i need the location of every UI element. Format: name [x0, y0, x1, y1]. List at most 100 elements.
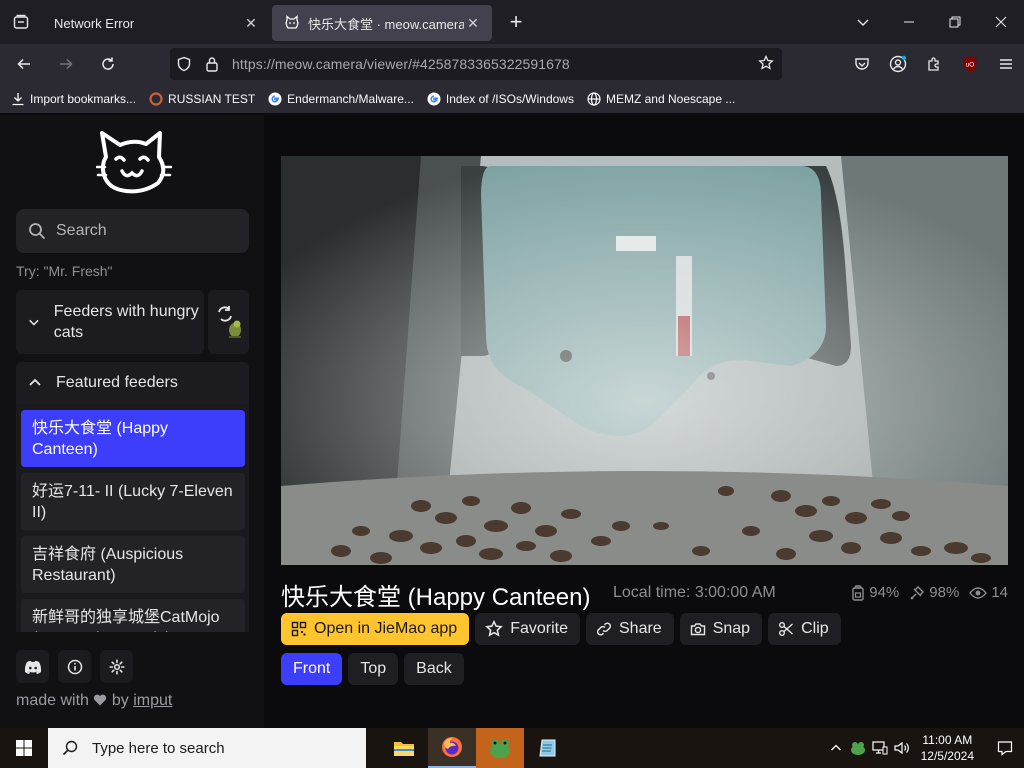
ublock-icon: uO: [963, 56, 977, 72]
feeder-item[interactable]: 好运7-11- II (Lucky 7-Eleven II): [21, 473, 245, 530]
satellite-icon: [910, 585, 925, 599]
close-tab-icon[interactable]: ✕: [464, 15, 482, 32]
cat-favicon-icon: [284, 15, 300, 31]
camera-icon: [690, 623, 705, 636]
list-all-tabs-button[interactable]: [840, 0, 886, 44]
windows-taskbar: Type here to search 11:00 AM 12/5/2024: [0, 728, 1024, 768]
extensions-button[interactable]: [916, 44, 952, 84]
camera-stream[interactable]: [281, 156, 1008, 565]
tab-list-button[interactable]: [0, 0, 42, 44]
pocket-button[interactable]: [844, 44, 880, 84]
arrow-right-icon: [60, 58, 73, 70]
new-tab-button[interactable]: +: [496, 9, 536, 35]
close-tab-icon[interactable]: ✕: [242, 15, 260, 32]
author-link[interactable]: imput: [133, 692, 172, 709]
chevron-down-icon: [29, 319, 39, 326]
search-icon: [62, 740, 78, 756]
qr-code-icon: [291, 621, 307, 637]
firefox-app[interactable]: [428, 728, 476, 768]
account-button[interactable]: [880, 44, 916, 84]
clock-date: 12/5/2024: [920, 749, 974, 763]
view-top-button[interactable]: Top: [348, 653, 399, 685]
feeder-item[interactable]: 快乐大食堂 (Happy Canteen): [21, 410, 245, 467]
notes-app[interactable]: [524, 728, 572, 768]
puzzle-icon: [928, 57, 939, 71]
minimize-button[interactable]: [886, 0, 932, 44]
folder-icon: [394, 742, 414, 756]
close-icon: [995, 16, 1007, 28]
import-icon: [10, 91, 26, 107]
menu-button[interactable]: [988, 44, 1024, 84]
tab-network-error[interactable]: Network Error ✕: [42, 5, 270, 41]
google-icon: [267, 91, 283, 107]
bookmark-memz[interactable]: MEMZ and Noescape ...: [586, 91, 735, 107]
reload-button[interactable]: [90, 48, 126, 80]
gear-icon: [108, 658, 125, 675]
link-icon: [596, 622, 612, 636]
back-button[interactable]: [6, 48, 42, 80]
file-explorer-app[interactable]: [380, 728, 428, 768]
taskbar-search-input[interactable]: Type here to search: [48, 728, 366, 768]
bookmark-isos[interactable]: Index of /ISOs/Windows: [426, 91, 574, 107]
featured-feeders-toggle[interactable]: Featured feeders: [16, 362, 249, 404]
restore-button[interactable]: [932, 0, 978, 44]
tab-bar: Network Error ✕ 快乐大食堂 · meow.camera ✕ +: [0, 0, 1024, 44]
snap-button[interactable]: Snap: [679, 613, 763, 645]
svg-text:uO: uO: [966, 62, 975, 69]
battery-stat: 98%: [909, 584, 959, 601]
close-window-button[interactable]: [978, 0, 1024, 44]
info-icon: [67, 659, 82, 674]
forward-button[interactable]: [48, 48, 84, 80]
refresh-hungry-button[interactable]: [208, 290, 249, 354]
tab-meow-camera[interactable]: 快乐大食堂 · meow.camera ✕: [272, 5, 492, 41]
search-hint: Try: "Mr. Fresh": [16, 263, 113, 279]
made-with-credit: made with by imput: [16, 692, 172, 710]
local-time: Local time: 3:00:00 AM: [613, 584, 776, 601]
open-jiemao-button[interactable]: Open in JieMao app: [281, 613, 470, 645]
clip-label: Clip: [801, 620, 829, 637]
shield-icon[interactable]: [170, 56, 198, 72]
frog-app[interactable]: [476, 728, 524, 768]
bookmark-star-icon[interactable]: [758, 54, 774, 76]
network-icon[interactable]: [869, 741, 891, 755]
hungry-feeders-toggle[interactable]: Feeders with hungry cats: [16, 290, 204, 354]
address-bar[interactable]: https://meow.camera/viewer/#425878336532…: [170, 48, 782, 80]
meow-camera-logo[interactable]: [95, 129, 173, 195]
bookmark-label: Index of /ISOs/Windows: [445, 91, 574, 106]
bookmark-russian-test[interactable]: RUSSIAN TEST: [148, 91, 255, 107]
bookmark-import[interactable]: Import bookmarks...: [10, 91, 136, 107]
bookmarks-toolbar: Import bookmarks... RUSSIAN TEST Enderma…: [0, 84, 1024, 114]
notifications-button[interactable]: [986, 740, 1024, 756]
feeder-item[interactable]: 吉祥食府 (Auspicious Restaurant): [21, 536, 245, 593]
about-button[interactable]: [58, 650, 91, 683]
share-button[interactable]: Share: [586, 613, 674, 645]
camera-feed-image: [281, 156, 1008, 565]
bookmark-endermanch[interactable]: Endermanch/Malware...: [267, 91, 414, 107]
show-hidden-icons-button[interactable]: [825, 742, 847, 754]
lock-icon[interactable]: [198, 56, 226, 72]
made-with-text: made with: [16, 692, 89, 709]
search-icon: [29, 223, 45, 239]
pocket-icon: [855, 58, 869, 70]
clip-button[interactable]: Clip: [768, 613, 841, 645]
reload-icon: [102, 57, 114, 70]
google-icon: [426, 91, 442, 107]
viewers-stat: 14: [969, 584, 1008, 601]
frog-tray-icon[interactable]: [847, 740, 869, 756]
ring-icon: [148, 91, 164, 107]
volume-icon[interactable]: [891, 741, 913, 755]
search-input[interactable]: Search: [16, 209, 249, 253]
ublock-button[interactable]: uO: [952, 44, 988, 84]
viewers-value: 14: [991, 584, 1008, 601]
taskbar-clock[interactable]: 11:00 AM 12/5/2024: [921, 732, 974, 764]
start-button[interactable]: [0, 728, 48, 768]
open-jiemao-label: Open in JieMao app: [314, 620, 458, 637]
view-back-button[interactable]: Back: [404, 653, 464, 685]
bookmark-label: Endermanch/Malware...: [287, 91, 414, 106]
settings-button[interactable]: [100, 650, 133, 683]
feeder-item[interactable]: 新鲜哥的独享城堡CatMojo (Mr. Fresh's Castle): [21, 599, 245, 632]
discord-button[interactable]: [16, 650, 49, 683]
feeder-title: 快乐大食堂 (Happy Canteen): [281, 584, 591, 611]
favorite-button[interactable]: Favorite: [475, 613, 580, 645]
view-front-button[interactable]: Front: [281, 653, 343, 685]
